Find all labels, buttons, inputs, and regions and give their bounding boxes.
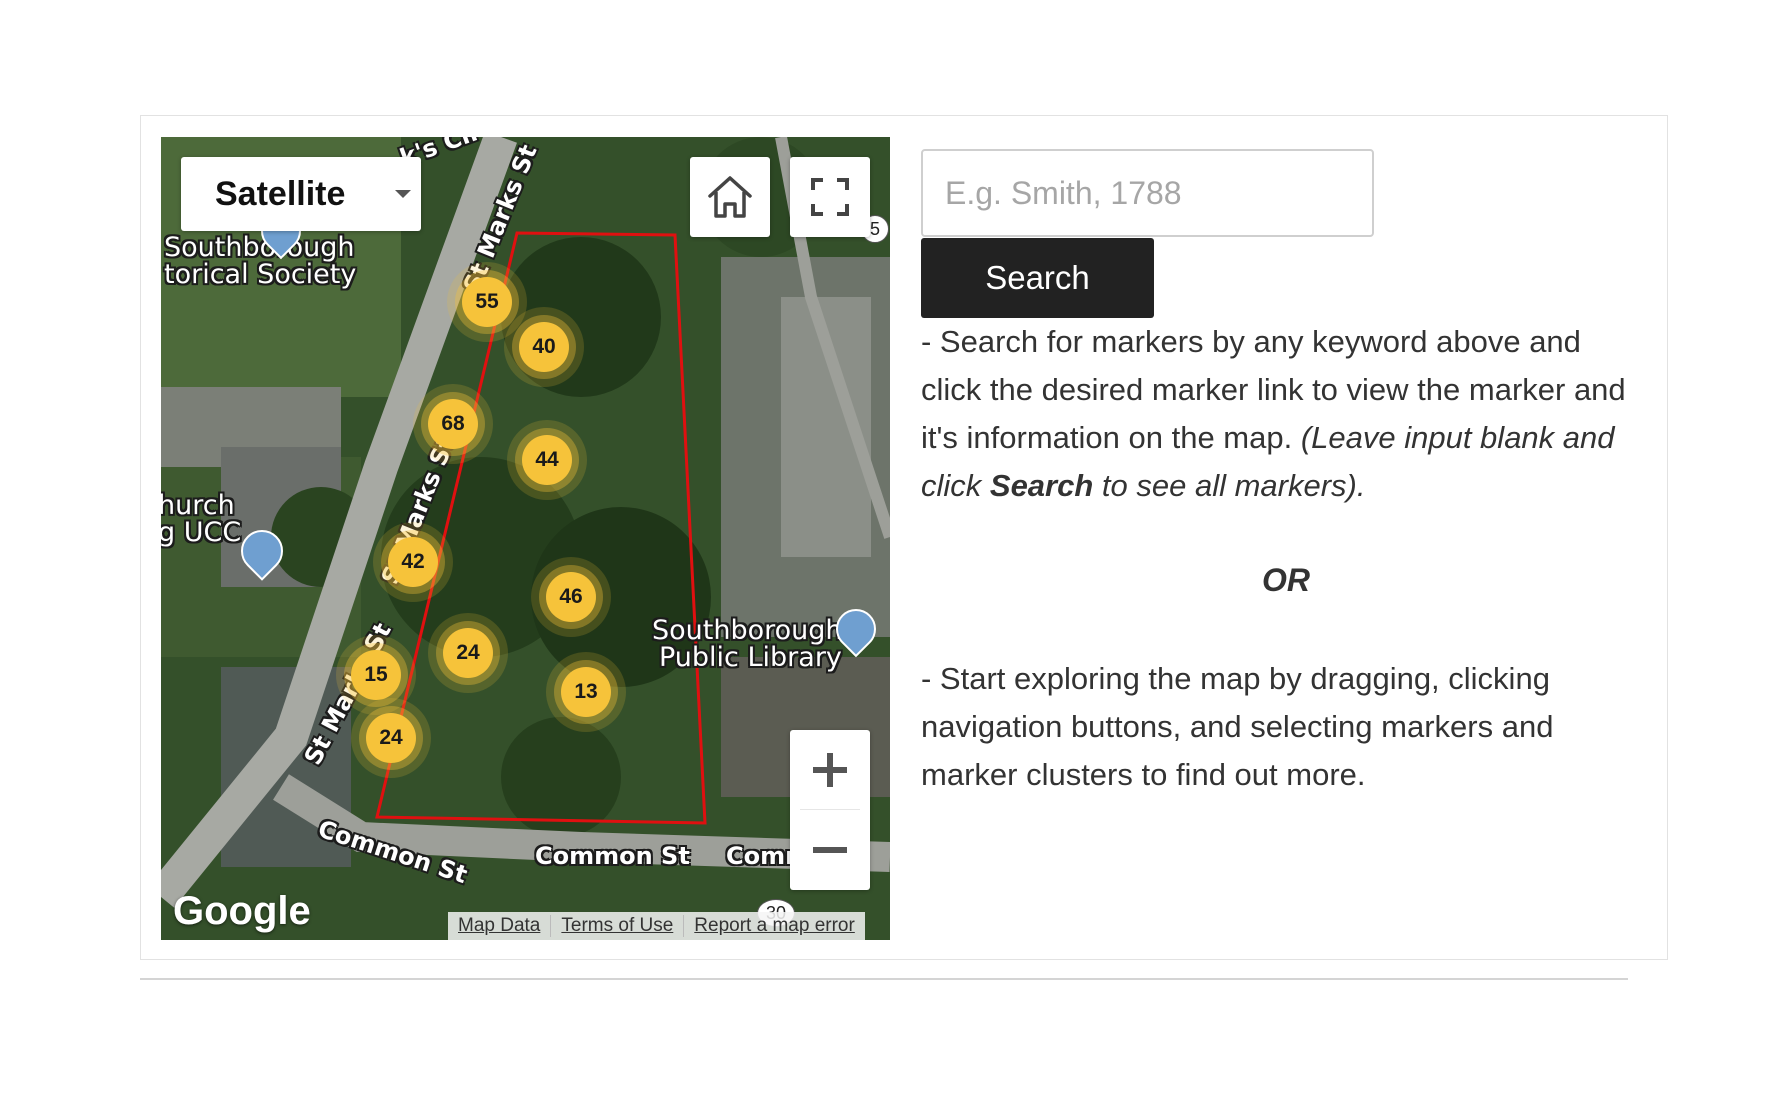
instructions-note-b: to see all markers). — [1093, 468, 1366, 503]
or-separator: OR — [1262, 562, 1310, 598]
place-label-historical: Southborough — [164, 232, 355, 263]
place-label-church: hurch — [161, 490, 235, 521]
marker-cluster[interactable]: 15 — [351, 650, 401, 700]
map-type-select[interactable]: Satellite — [181, 157, 421, 231]
fullscreen-button[interactable] — [790, 157, 870, 237]
map-footer: Map Data Terms of Use Report a map error — [448, 912, 865, 940]
zoom-separator — [800, 809, 860, 810]
road-label-common-mid: Common St — [535, 842, 690, 870]
marker-cluster[interactable]: 24 — [443, 628, 493, 678]
terms-of-use-link[interactable]: Terms of Use — [551, 915, 685, 937]
home-icon — [708, 176, 752, 218]
fullscreen-icon — [811, 178, 849, 216]
marker-cluster[interactable]: 13 — [561, 667, 611, 717]
search-input[interactable] — [921, 149, 1374, 237]
place-label-library: Southborough — [652, 615, 843, 646]
map-viewport[interactable]: Southborough torical Society hurch g UCC… — [161, 137, 890, 940]
zoom-control — [790, 730, 870, 890]
marker-cluster[interactable]: 44 — [522, 435, 572, 485]
place-label-historical-2: torical Society — [164, 259, 357, 290]
section-divider — [140, 978, 1628, 980]
zoom-out-button[interactable] — [790, 810, 870, 890]
home-button[interactable] — [690, 157, 770, 237]
map-data-link[interactable]: Map Data — [448, 915, 552, 937]
marker-cluster[interactable]: 55 — [462, 277, 512, 327]
plus-icon — [813, 753, 847, 787]
minus-icon — [813, 847, 847, 853]
search-button[interactable]: Search — [921, 238, 1154, 318]
place-label-library-2: Public Library — [659, 642, 842, 673]
marker-cluster[interactable]: 40 — [519, 322, 569, 372]
chevron-down-icon — [395, 190, 411, 198]
google-logo: Google — [173, 889, 311, 933]
marker-cluster[interactable]: 68 — [428, 399, 478, 449]
zoom-in-button[interactable] — [790, 730, 870, 810]
marker-cluster[interactable]: 42 — [388, 537, 438, 587]
report-map-error-link[interactable]: Report a map error — [684, 915, 865, 937]
instructions-search: - Search for markers by any keyword abov… — [921, 318, 1641, 510]
place-label-church-2: g UCC — [161, 517, 242, 548]
instructions-search-keyword: Search — [989, 468, 1094, 503]
instructions-explore: - Start exploring the map by dragging, c… — [921, 661, 1554, 792]
marker-cluster[interactable]: 46 — [546, 572, 596, 622]
map-type-label: Satellite — [215, 174, 346, 213]
marker-cluster[interactable]: 24 — [366, 713, 416, 763]
